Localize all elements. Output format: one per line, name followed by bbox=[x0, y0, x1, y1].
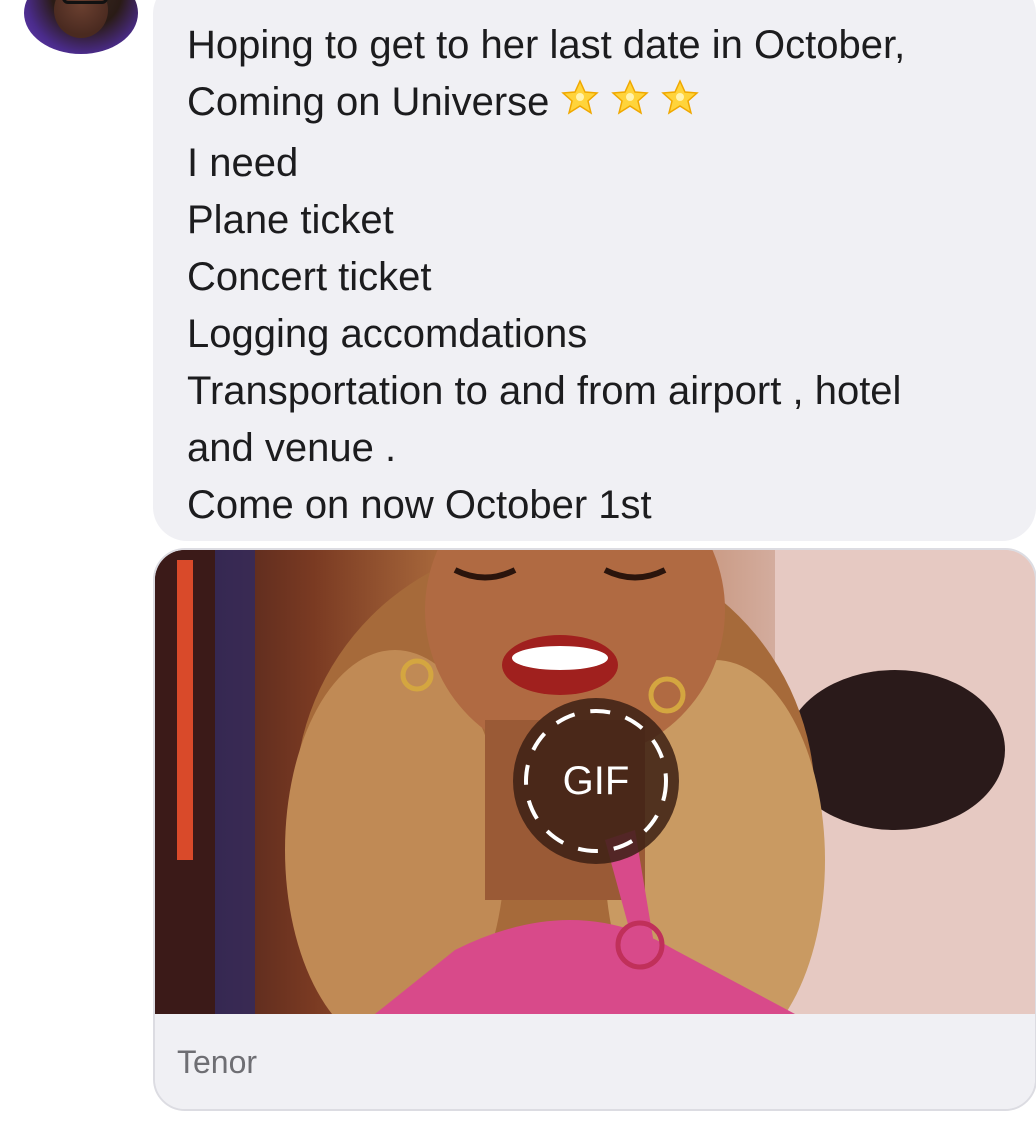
star-emoji-icon bbox=[555, 75, 705, 135]
avatar-glasses bbox=[62, 0, 108, 4]
gif-attachment[interactable]: GIF Tenor bbox=[153, 548, 1036, 1111]
message-line: Plane ticket bbox=[187, 198, 394, 242]
gif-source-label: Tenor bbox=[177, 1044, 258, 1080]
message-line: Transportation to and from airport , hot… bbox=[187, 369, 902, 413]
message-line: Logging accomdations bbox=[187, 312, 588, 356]
gif-play-badge[interactable]: GIF bbox=[513, 698, 679, 864]
sender-avatar[interactable] bbox=[24, 0, 138, 54]
message-line: Come on now October 1st bbox=[187, 483, 652, 527]
gif-badge-label: GIF bbox=[562, 759, 630, 803]
message-line: Concert ticket bbox=[187, 255, 432, 299]
message-line: Hoping to get to her last date in Octobe… bbox=[187, 23, 906, 67]
message-line: Coming on Universe bbox=[187, 74, 1027, 135]
star-emoji-icon-graphic bbox=[561, 79, 700, 115]
message-line: and venue . bbox=[187, 426, 397, 470]
message-line: I need bbox=[187, 141, 299, 185]
message-line-text: Coming on Universe bbox=[187, 80, 550, 124]
gif-footer: Tenor bbox=[155, 1014, 1035, 1109]
gif-preview-image[interactable]: GIF bbox=[155, 550, 1035, 1014]
message-text: Hoping to get to her last date in Octobe… bbox=[187, 17, 1027, 534]
avatar-face bbox=[54, 0, 108, 38]
